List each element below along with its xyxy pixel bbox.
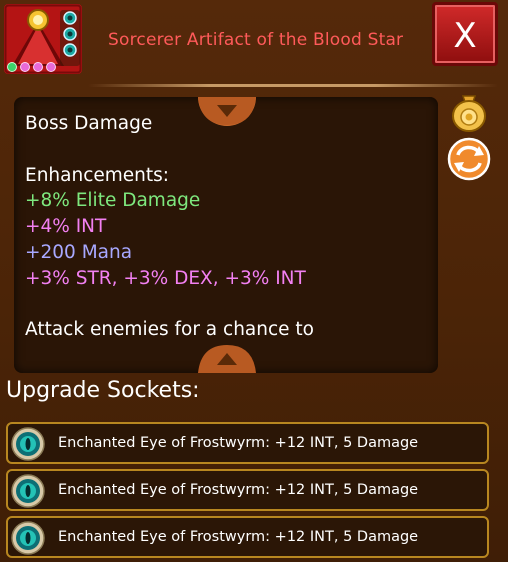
frostwyrm-eye-gem-icon [11, 521, 45, 555]
item-detail-panel: Sorcerer Artifact of the Blood Star X Bo… [0, 0, 508, 562]
item-title: Sorcerer Artifact of the Blood Star [108, 30, 404, 50]
desc-line: +4% INT [25, 216, 107, 238]
upgrade-sockets-header: Upgrade Sockets: [6, 378, 200, 403]
desc-line: Enhancements: [25, 164, 170, 186]
frostwyrm-eye-gem-icon [11, 474, 45, 508]
frostwyrm-eye-gem-icon [11, 427, 45, 461]
socket-row[interactable]: Enchanted Eye of Frostwyrm: +12 INT, 5 D… [6, 516, 489, 558]
scroll-up-icon[interactable] [198, 97, 256, 127]
close-button[interactable]: X [432, 2, 498, 66]
socket-row[interactable]: Enchanted Eye of Frostwyrm: +12 INT, 5 D… [6, 422, 489, 464]
item-description-box[interactable]: Boss Damage Enhancements: +8% Elite Dama… [14, 97, 438, 373]
socket-description: Enchanted Eye of Frostwyrm: +12 INT, 5 D… [58, 529, 419, 545]
socket-description: Enchanted Eye of Frostwyrm: +12 INT, 5 D… [58, 435, 419, 451]
socket-row[interactable]: Enchanted Eye of Frostwyrm: +12 INT, 5 D… [6, 469, 489, 511]
header-divider [88, 84, 498, 87]
desc-line [25, 137, 428, 163]
desc-line [25, 292, 428, 318]
item-description: Boss Damage Enhancements: +8% Elite Dama… [25, 111, 428, 343]
desc-line: +8% Elite Damage [25, 190, 201, 212]
desc-line: +200 Mana [25, 241, 133, 263]
gold-bag-icon[interactable] [446, 88, 492, 134]
socket-description: Enchanted Eye of Frostwyrm: +12 INT, 5 D… [58, 482, 419, 498]
desc-line: +3% STR, +3% DEX, +3% INT [25, 267, 306, 289]
scroll-down-icon[interactable] [198, 343, 256, 373]
swap-arrows-icon[interactable] [446, 136, 492, 182]
desc-line: Attack enemies for a chance to [25, 319, 314, 341]
sorcerer-artifact-icon [4, 4, 82, 74]
